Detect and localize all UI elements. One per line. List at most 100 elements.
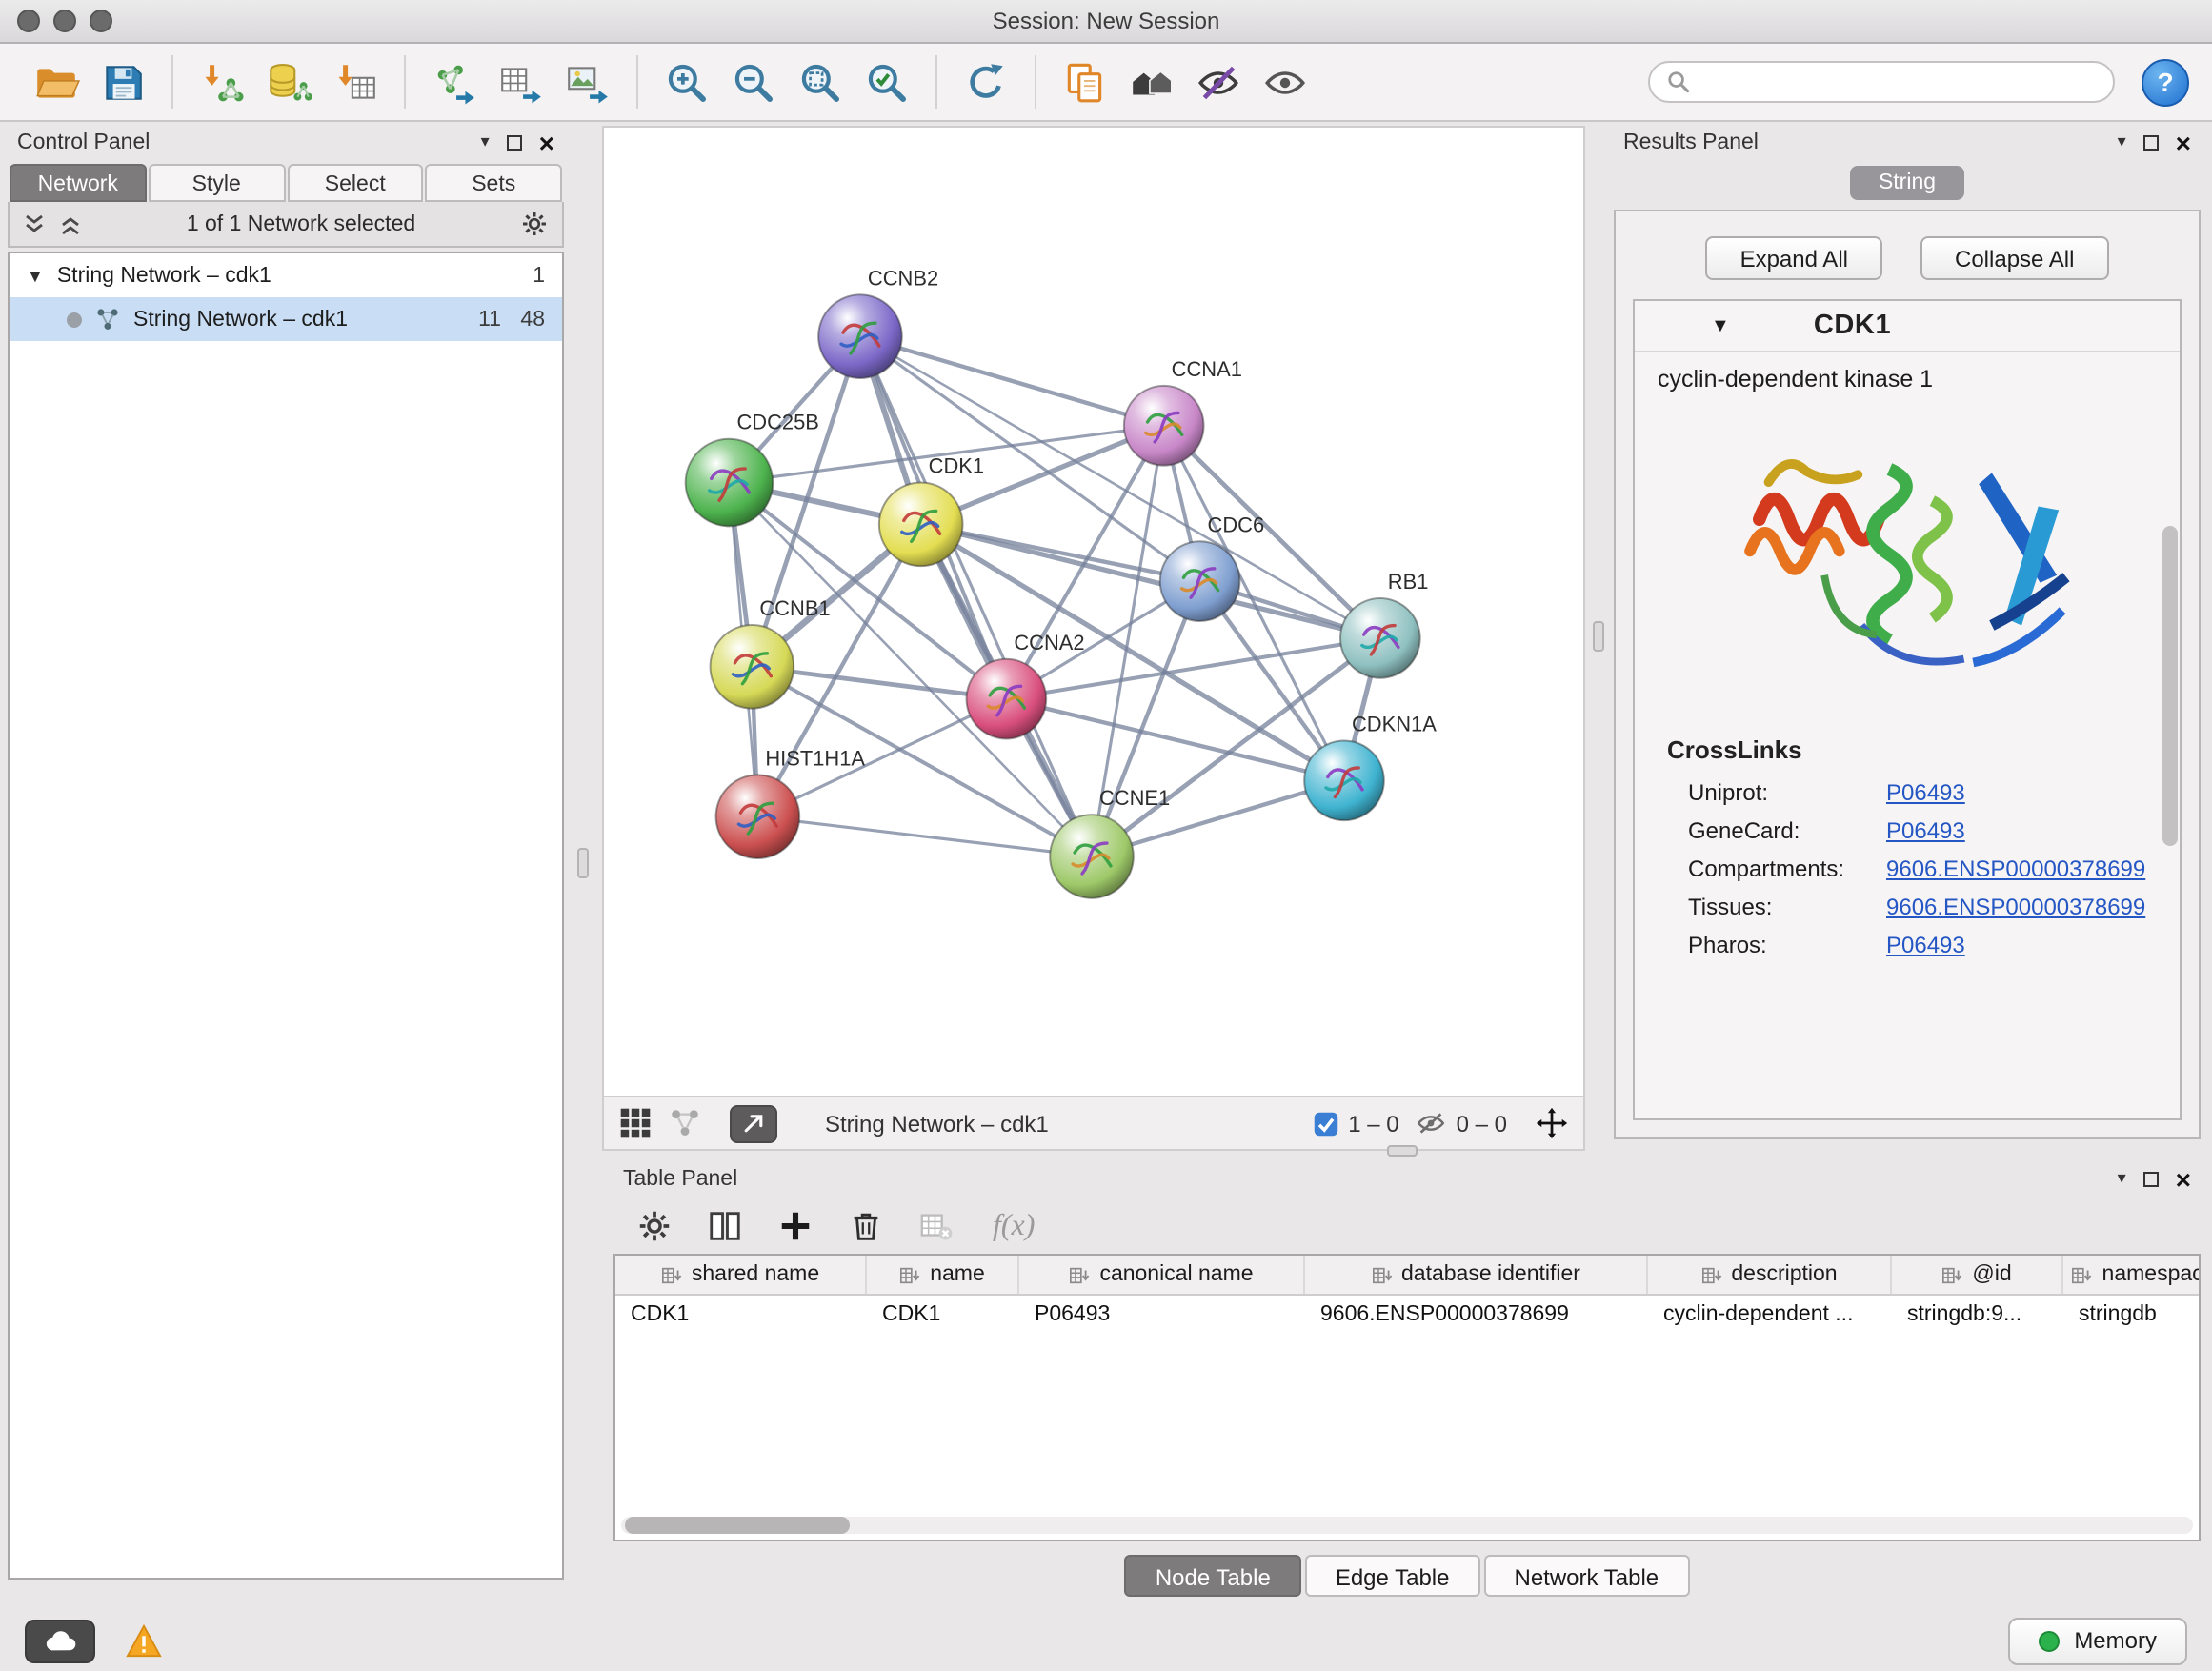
- string-home-button[interactable]: [1124, 54, 1179, 110]
- show-glass-button[interactable]: [1257, 54, 1313, 110]
- results-panel-close-icon[interactable]: ×: [2176, 129, 2191, 155]
- string-documents-button[interactable]: [1057, 54, 1113, 110]
- table-settings-button[interactable]: [636, 1208, 673, 1244]
- node-CDKN1A[interactable]: CDKN1A: [1304, 713, 1437, 821]
- bottom-splitter-handle[interactable]: [1387, 1145, 1418, 1157]
- memory-button[interactable]: Memory: [2007, 1617, 2187, 1664]
- import-network-database-button[interactable]: [261, 54, 316, 110]
- export-image-button[interactable]: [560, 54, 615, 110]
- tab-network-table[interactable]: Network Table: [1484, 1555, 1690, 1597]
- tree-expanded-icon[interactable]: ▼: [27, 266, 44, 285]
- column-header--id[interactable]: @id: [1892, 1256, 2063, 1294]
- node-CCNB2[interactable]: CCNB2: [818, 266, 938, 378]
- crosslink-link[interactable]: 9606.ENSP00000378699: [1886, 894, 2145, 920]
- create-column-button[interactable]: [777, 1208, 814, 1244]
- crosslink-link[interactable]: P06493: [1886, 779, 1965, 806]
- network-collection-row[interactable]: ▼ String Network – cdk1 1: [10, 253, 562, 297]
- tab-style[interactable]: Style: [149, 164, 286, 202]
- tab-sets[interactable]: Sets: [426, 164, 563, 202]
- table-panel-menu-icon[interactable]: ▾: [2118, 1168, 2126, 1189]
- zoom-fit-button[interactable]: [793, 54, 848, 110]
- node-CDK1[interactable]: CDK1: [879, 454, 984, 567]
- expand-all-icon[interactable]: [59, 212, 82, 235]
- network-overview-icon[interactable]: [669, 1107, 701, 1139]
- open-session-button[interactable]: [29, 54, 84, 110]
- network-graph[interactable]: CCNB2CCNA1CDC25BCDK1CDC6RB1CCNB1CCNA2CDK…: [604, 128, 1583, 1096]
- column-header-description[interactable]: description: [1648, 1256, 1892, 1294]
- control-panel-close-icon[interactable]: ×: [539, 129, 554, 155]
- crosslink-link[interactable]: P06493: [1886, 817, 1965, 844]
- search-box[interactable]: [1648, 61, 2115, 103]
- results-panel-float-icon[interactable]: [2143, 134, 2159, 150]
- tab-string[interactable]: String: [1850, 166, 1964, 200]
- select-columns-button[interactable]: [707, 1208, 743, 1244]
- window-zoom-button[interactable]: [90, 10, 112, 32]
- warnings-button[interactable]: [126, 1622, 162, 1659]
- import-table-file-button[interactable]: [328, 54, 383, 110]
- results-panel-menu-icon[interactable]: ▾: [2118, 131, 2126, 152]
- zoom-selected-button[interactable]: [859, 54, 915, 110]
- column-header-name[interactable]: name: [867, 1256, 1019, 1294]
- window-minimize-button[interactable]: [53, 10, 76, 32]
- column-header-namespace[interactable]: namespace: [2063, 1256, 2201, 1294]
- network-canvas[interactable]: CCNB2CCNA1CDC25BCDK1CDC6RB1CCNB1CCNA2CDK…: [602, 126, 1585, 1097]
- network-row[interactable]: String Network – cdk1 11 48: [10, 297, 562, 341]
- edge-CCNB2-CCNA1[interactable]: [860, 336, 1164, 426]
- zoom-in-button[interactable]: [659, 54, 714, 110]
- entry-expanded-icon[interactable]: ▼: [1711, 315, 1730, 336]
- node-entry-header[interactable]: ▼ CDK1: [1635, 301, 2180, 352]
- selected-checkbox-icon[interactable]: [1312, 1110, 1338, 1137]
- table-horizontal-scrollbar[interactable]: [621, 1517, 2193, 1534]
- tab-network[interactable]: Network: [10, 164, 147, 202]
- window-close-button[interactable]: [17, 10, 40, 32]
- collapse-all-button[interactable]: Collapse All: [1920, 236, 2108, 280]
- table-panel-float-icon[interactable]: [2143, 1171, 2159, 1186]
- left-splitter-handle[interactable]: [577, 848, 589, 878]
- table-row[interactable]: CDK1CDK1P064939606.ENSP00000378699cyclin…: [615, 1296, 2201, 1338]
- collapse-all-icon[interactable]: [23, 212, 46, 235]
- control-panel-float-icon[interactable]: [507, 134, 522, 150]
- table-scrollbar-thumb[interactable]: [625, 1517, 850, 1534]
- cloud-button[interactable]: [25, 1619, 95, 1662]
- node-CDC25B[interactable]: CDC25B: [686, 411, 819, 527]
- hide-glass-button[interactable]: [1191, 54, 1246, 110]
- table-panel: Table Panel ▾ × f(x) shared namenamecano…: [613, 1162, 2201, 1597]
- tab-select[interactable]: Select: [287, 164, 424, 202]
- crosslink-link[interactable]: 9606.ENSP00000378699: [1886, 856, 2145, 882]
- zoom-out-button[interactable]: [726, 54, 781, 110]
- export-network-button[interactable]: [427, 54, 482, 110]
- node-RB1[interactable]: RB1: [1340, 570, 1428, 678]
- node-HIST1H1A[interactable]: HIST1H1A: [716, 746, 866, 858]
- search-input[interactable]: [1699, 70, 2096, 93]
- tab-edge-table[interactable]: Edge Table: [1305, 1555, 1480, 1597]
- apply-layout-button[interactable]: [958, 54, 1014, 110]
- edge-CDK1-RB1[interactable]: [921, 524, 1380, 638]
- edge-CCNB2-CCNE1[interactable]: [860, 336, 1092, 856]
- clear-table-button[interactable]: [918, 1208, 955, 1244]
- expand-all-button[interactable]: Expand All: [1706, 236, 1882, 280]
- tab-node-table[interactable]: Node Table: [1125, 1555, 1301, 1597]
- save-session-button[interactable]: [95, 54, 151, 110]
- node-CCNB1[interactable]: CCNB1: [711, 596, 831, 709]
- network-options-gear-icon[interactable]: [520, 210, 549, 238]
- export-table-button[interactable]: [493, 54, 549, 110]
- window-title: Session: New Session: [0, 8, 2212, 34]
- results-scrollbar-thumb[interactable]: [2162, 526, 2178, 846]
- fit-content-icon[interactable]: [1536, 1107, 1568, 1139]
- column-header-database-identifier[interactable]: database identifier: [1305, 1256, 1648, 1294]
- help-button[interactable]: ?: [2142, 58, 2189, 106]
- edge-HIST1H1A-CCNE1[interactable]: [757, 816, 1092, 856]
- crosslink-link[interactable]: P06493: [1886, 932, 1965, 958]
- column-header-canonical-name[interactable]: canonical name: [1019, 1256, 1305, 1294]
- detach-view-button[interactable]: [730, 1104, 777, 1142]
- birdseye-view-icon[interactable]: [619, 1107, 652, 1139]
- table-panel-close-icon[interactable]: ×: [2176, 1165, 2191, 1192]
- control-panel-menu-icon[interactable]: ▾: [481, 131, 490, 152]
- function-builder-button[interactable]: f(x): [993, 1209, 1035, 1243]
- column-header-shared-name[interactable]: shared name: [615, 1256, 867, 1294]
- delete-columns-button[interactable]: [848, 1208, 884, 1244]
- import-network-file-button[interactable]: [194, 54, 250, 110]
- node-CCNA1[interactable]: CCNA1: [1124, 357, 1242, 466]
- hidden-eye-icon[interactable]: [1417, 1111, 1447, 1136]
- right-splitter-handle[interactable]: [1593, 621, 1604, 652]
